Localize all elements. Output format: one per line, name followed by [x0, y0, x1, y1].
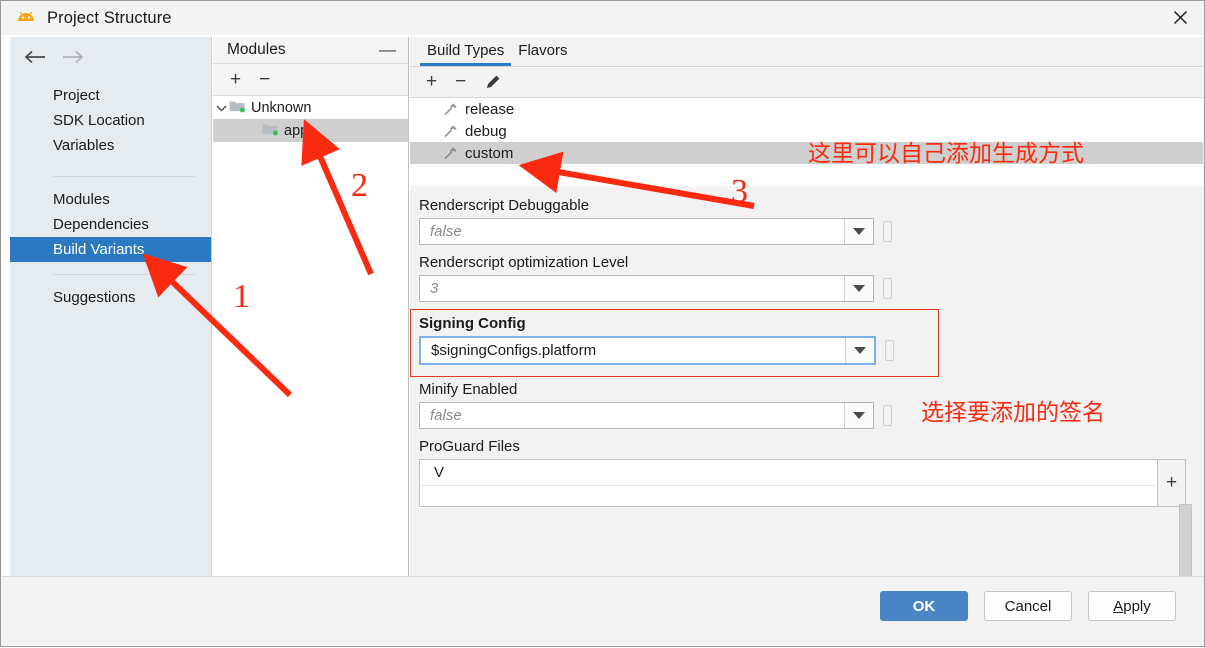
renderscript-optimization-level-dropdown[interactable]: 3 [419, 275, 874, 302]
build-type-custom[interactable]: custom [410, 142, 1203, 164]
apply-button[interactable]: Apply [1088, 591, 1176, 621]
dropdown-value: false [430, 223, 462, 240]
project-structure-dialog: Project Structure Project SDK Location V… [0, 0, 1205, 647]
add-build-type-button[interactable]: + [426, 72, 437, 91]
window-title: Project Structure [47, 8, 172, 27]
back-arrow-icon[interactable] [24, 50, 47, 64]
field-minify-enabled: Minify Enabled false [419, 381, 1203, 429]
app-root: Project Structure Project SDK Location V… [0, 0, 1205, 647]
tree-item-app[interactable]: app [213, 119, 408, 142]
build-types-list: release debug custom [410, 98, 1203, 187]
remove-module-button[interactable]: − [259, 70, 270, 89]
tree-item-label: app [284, 122, 309, 139]
modules-title: Modules [227, 41, 286, 58]
modules-toolbar: + − [213, 64, 408, 96]
field-extra-handle[interactable] [883, 278, 892, 299]
apply-rest: pply [1123, 597, 1151, 615]
chevron-down-icon[interactable] [844, 219, 873, 244]
proguard-files-list[interactable]: V [419, 459, 1157, 507]
forward-arrow-icon [61, 50, 84, 64]
ok-button[interactable]: OK [880, 591, 968, 621]
field-extra-handle[interactable] [883, 405, 892, 426]
minify-enabled-dropdown[interactable]: false [419, 402, 874, 429]
tree-item-label: Unknown [251, 99, 312, 116]
field-extra-handle[interactable] [885, 340, 894, 361]
form-scrollbar-thumb[interactable] [1179, 504, 1192, 576]
field-label: ProGuard Files [419, 438, 520, 455]
field-label: Renderscript optimization Level [419, 254, 629, 271]
remove-build-type-button[interactable]: − [455, 72, 466, 91]
add-module-button[interactable]: + [230, 70, 241, 89]
sidebar-item-variables[interactable]: Variables [10, 133, 211, 158]
hammer-icon [444, 124, 457, 137]
list-item[interactable]: V [420, 460, 1157, 486]
hammer-icon [444, 102, 457, 115]
field-label: Minify Enabled [419, 381, 518, 398]
dropdown-value: false [430, 407, 462, 424]
tab-flavors[interactable]: Flavors [511, 42, 574, 66]
dialog-footer: OK Cancel Apply [2, 576, 1203, 645]
build-type-properties-form: Renderscript Debuggable false Renderscri… [410, 186, 1203, 576]
modules-panel-header: Modules — [213, 37, 408, 64]
field-renderscript-optimization-level: Renderscript optimization Level 3 [419, 254, 1203, 302]
field-label: Renderscript Debuggable [419, 197, 590, 214]
sidebar-item-build-variants[interactable]: Build Variants [10, 237, 211, 262]
field-renderscript-debuggable: Renderscript Debuggable false [419, 197, 1203, 245]
build-type-debug[interactable]: debug [410, 120, 1203, 142]
field-signing-config: Signing Config $signingConfigs.platform [410, 309, 1203, 377]
close-icon[interactable] [1157, 1, 1203, 34]
hammer-icon [444, 146, 457, 159]
build-type-release[interactable]: release [410, 98, 1203, 120]
build-types-toolbar: + − [410, 67, 1203, 98]
build-variants-panel: Build Types Flavors + − release debug cu… [410, 37, 1203, 576]
chevron-down-icon[interactable] [213, 104, 229, 112]
sidebar-item-project[interactable]: Project [10, 83, 211, 108]
signing-config-dropdown[interactable]: $signingConfigs.platform [419, 336, 876, 365]
field-proguard-files: ProGuard Files V + [419, 438, 1203, 507]
dialog-content: Project SDK Location Variables Modules D… [2, 35, 1203, 577]
minimize-icon[interactable]: — [379, 41, 396, 58]
panel-tabs: Build Types Flavors [410, 37, 1203, 67]
sidebar-item-dependencies[interactable]: Dependencies [10, 212, 211, 237]
build-type-label: custom [465, 144, 514, 162]
chevron-down-icon[interactable] [844, 403, 873, 428]
chevron-down-icon[interactable] [844, 276, 873, 301]
sidebar-item-modules[interactable]: Modules [10, 187, 211, 212]
module-folder-icon [229, 99, 246, 117]
modules-panel: Modules — + − Unknown app [213, 37, 409, 576]
build-type-label: release [465, 100, 515, 118]
pencil-icon[interactable] [484, 74, 501, 91]
title-bar: Project Structure [1, 1, 1204, 35]
field-label: Signing Config [419, 315, 526, 332]
dropdown-value: $signingConfigs.platform [431, 342, 597, 359]
apply-mnemonic: A [1113, 597, 1124, 615]
sidebar-item-sdk-location[interactable]: SDK Location [10, 108, 211, 133]
android-icon [15, 9, 37, 27]
tree-item-unknown[interactable]: Unknown [213, 96, 408, 119]
nav-history-controls [10, 37, 211, 77]
tab-build-types[interactable]: Build Types [420, 42, 512, 66]
left-navigation: Project SDK Location Variables Modules D… [10, 37, 212, 576]
renderscript-debuggable-dropdown[interactable]: false [419, 218, 874, 245]
dropdown-value: 3 [430, 280, 439, 297]
field-extra-handle[interactable] [883, 221, 892, 242]
build-type-label: debug [465, 122, 507, 140]
module-folder-icon [262, 122, 279, 140]
chevron-down-icon[interactable] [845, 338, 874, 363]
sidebar-item-suggestions[interactable]: Suggestions [10, 285, 211, 310]
cancel-button[interactable]: Cancel [984, 591, 1072, 621]
